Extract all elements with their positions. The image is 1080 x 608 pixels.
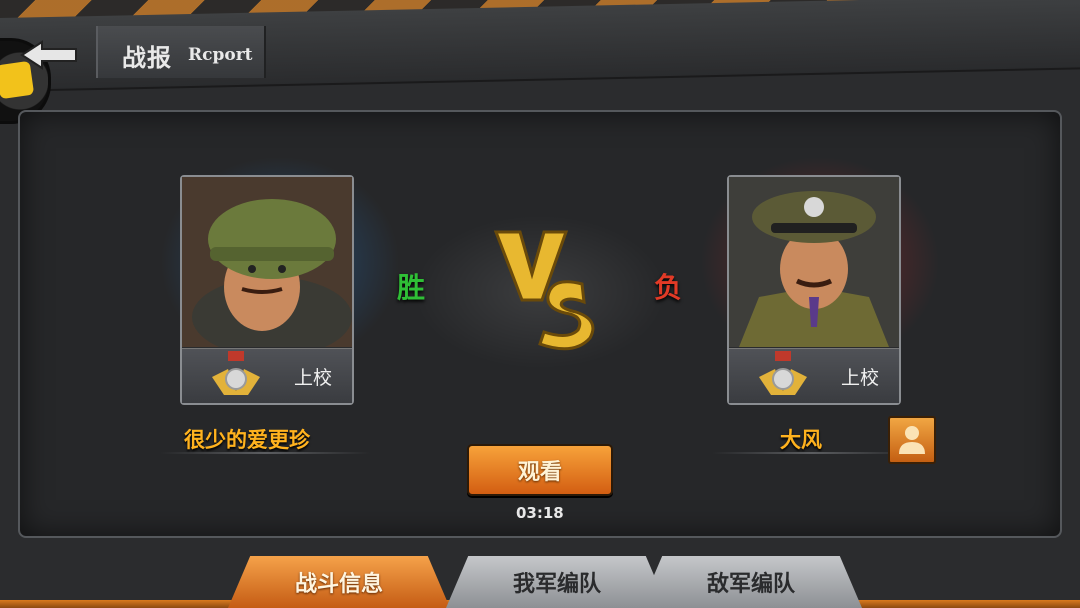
back-arrow-icon[interactable] [20,40,80,70]
page-subtitle: Rcport [188,45,253,65]
right-player-name: 大风 [780,428,822,452]
win-label: 胜 [397,271,426,304]
left-name-underline [160,452,370,454]
left-rank-bar: 上校 [182,348,352,403]
right-rank-label: 上校 [840,367,879,389]
tab-enemy-formation-label: 敌军编队 [706,572,795,597]
battle-duration: 03:18 [516,504,564,522]
medal-icon [212,351,260,395]
right-player-portrait [729,177,899,347]
tab-our-formation[interactable]: 我军编队 [446,556,668,608]
left-player-portrait [182,177,352,347]
profile-button[interactable] [888,416,936,464]
right-player-card[interactable]: 上校 [727,175,901,405]
tab-battle-info-label: 战斗信息 [294,572,383,597]
left-rank-label: 上校 [293,367,332,389]
left-player-card[interactable]: 上校 [180,175,354,405]
tab-our-formation-label: 我军编队 [512,572,601,597]
right-name-underline [712,452,912,454]
right-rank-bar: 上校 [729,348,899,403]
tab-enemy-formation[interactable]: 敌军编队 [640,556,862,608]
watch-replay-button[interactable]: 观看 [467,444,613,496]
person-icon [899,426,925,454]
tab-battle-info[interactable]: 战斗信息 [228,556,450,608]
medal-icon [759,351,807,395]
left-player-name: 很少的爱更珍 [184,428,310,452]
watch-button-label: 观看 [517,460,562,485]
lose-label: 负 [654,271,683,304]
page-title: 战报 [122,44,172,72]
vs-icon [493,230,595,351]
